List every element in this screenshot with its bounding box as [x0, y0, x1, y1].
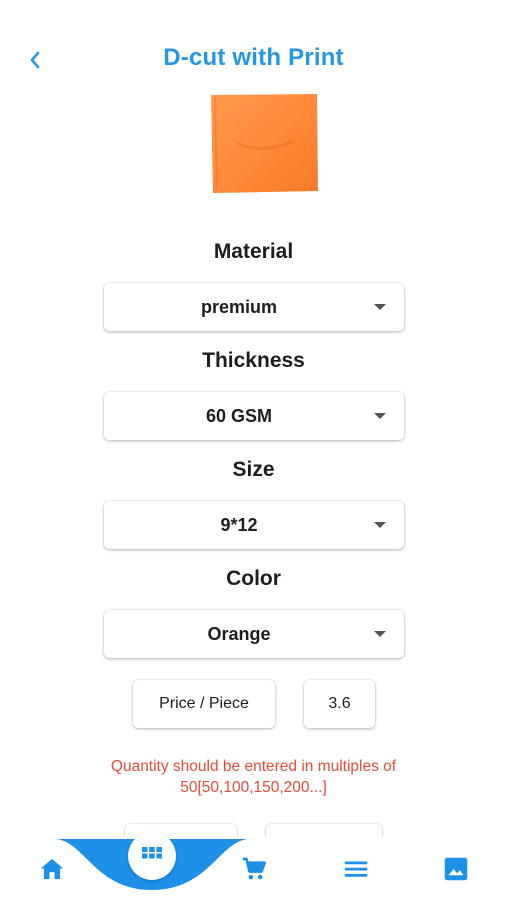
color-label: Color — [226, 567, 281, 590]
nav-categories-button[interactable] — [128, 832, 176, 880]
thickness-value: 60 GSM — [205, 406, 273, 426]
page-title: D-cut with Print — [163, 44, 344, 71]
grid-icon — [142, 847, 162, 859]
caret-down-icon — [374, 304, 386, 310]
price-value: 3.6 — [304, 680, 375, 728]
size-label: Size — [232, 458, 275, 481]
material-dropdown[interactable]: premium — [104, 283, 404, 331]
nav-gallery[interactable] — [441, 854, 471, 884]
price-per-piece-label: Price / Piece — [133, 680, 275, 728]
image-icon — [444, 857, 468, 881]
caret-down-icon — [374, 522, 386, 528]
material-label: Material — [213, 240, 294, 263]
color-dropdown[interactable]: Orange — [104, 610, 404, 658]
caret-down-icon — [374, 413, 386, 419]
product-image — [207, 93, 321, 195]
nav-menu[interactable] — [341, 854, 371, 884]
thickness-label: Thickness — [202, 349, 305, 372]
material-value: premium — [200, 297, 278, 317]
color-value: Orange — [207, 624, 271, 644]
quantity-notice: Quantity should be entered in multiples … — [110, 758, 397, 796]
menu-icon — [344, 861, 368, 877]
thickness-dropdown[interactable]: 60 GSM — [104, 392, 404, 440]
header: D-cut with Print — [0, 0, 507, 100]
caret-down-icon — [374, 631, 386, 637]
size-value: 9*12 — [220, 515, 258, 535]
size-dropdown[interactable]: 9*12 — [104, 501, 404, 549]
